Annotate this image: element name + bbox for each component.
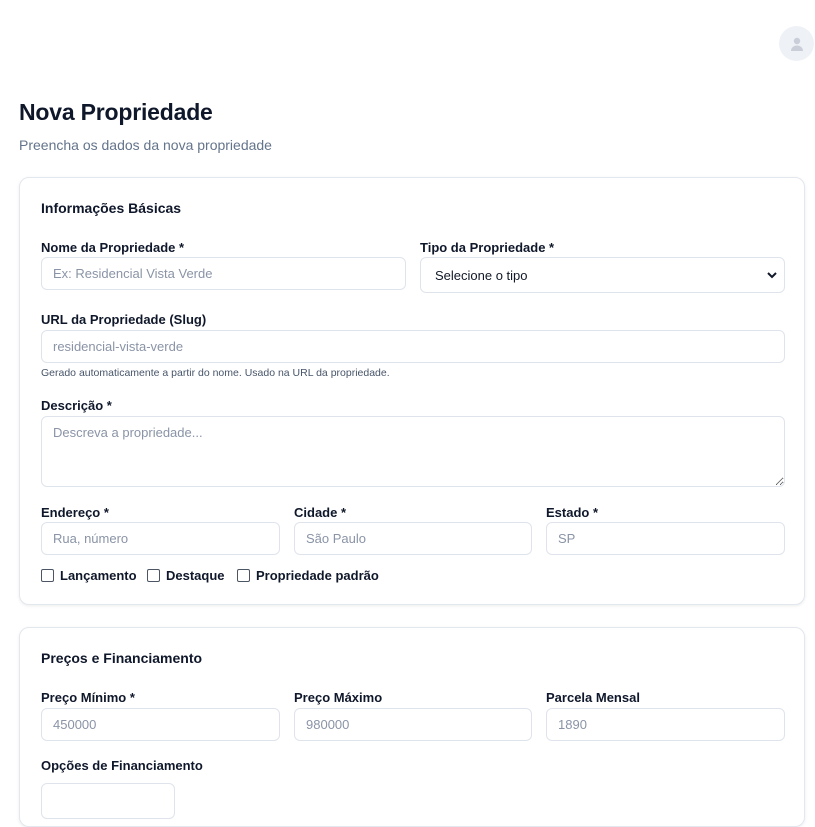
user-icon [790, 37, 803, 51]
max-price-input[interactable] [294, 708, 532, 741]
launch-checkbox[interactable] [41, 569, 54, 582]
city-input[interactable] [294, 522, 532, 555]
min-price-label: Preço Mínimo * [41, 690, 135, 705]
checkbox-featured[interactable]: Destaque [147, 568, 225, 583]
financing-option-button[interactable] [41, 783, 175, 819]
pricing-card: Preços e Financiamento Preço Mínimo * Pr… [19, 627, 805, 827]
slug-input[interactable] [41, 330, 785, 363]
property-type-label: Tipo da Propriedade * [420, 240, 555, 255]
default-checkbox[interactable] [237, 569, 250, 582]
section-title-pricing: Preços e Financiamento [41, 650, 203, 666]
property-type-select[interactable]: Selecione o tipo [420, 257, 785, 293]
description-label: Descrição * [41, 398, 112, 413]
featured-checkbox[interactable] [147, 569, 160, 582]
section-title-basic-info: Informações Básicas [41, 200, 182, 216]
min-price-input[interactable] [41, 708, 280, 741]
launch-label: Lançamento [60, 568, 137, 583]
monthly-payment-input[interactable] [546, 708, 785, 741]
description-textarea[interactable] [41, 416, 785, 487]
page-title: Nova Propriedade [19, 99, 213, 125]
featured-label: Destaque [166, 568, 225, 583]
state-input[interactable] [546, 522, 785, 555]
avatar[interactable] [779, 26, 814, 61]
max-price-label: Preço Máximo [294, 690, 383, 705]
address-input[interactable] [41, 522, 280, 555]
default-label: Propriedade padrão [256, 568, 379, 583]
slug-hint: Gerado automaticamente a partir do nome.… [41, 367, 390, 379]
chevron-down-icon [767, 272, 777, 279]
slug-label: URL da Propriedade (Slug) [41, 312, 207, 327]
property-name-label: Nome da Propriedade * [41, 240, 185, 255]
page-subtitle: Preencha os dados da nova propriedade [19, 137, 272, 153]
state-label: Estado * [546, 505, 599, 520]
checkbox-launch[interactable]: Lançamento [41, 568, 137, 583]
property-name-input[interactable] [41, 257, 406, 290]
monthly-payment-label: Parcela Mensal [546, 690, 640, 705]
basic-info-card: Informações Básicas Nome da Propriedade … [19, 177, 805, 605]
address-label: Endereço * [41, 505, 109, 520]
city-label: Cidade * [294, 505, 347, 520]
checkbox-default[interactable]: Propriedade padrão [237, 568, 379, 583]
property-type-value: Selecione o tipo [435, 267, 528, 283]
financing-options-label: Opções de Financiamento [41, 758, 203, 773]
